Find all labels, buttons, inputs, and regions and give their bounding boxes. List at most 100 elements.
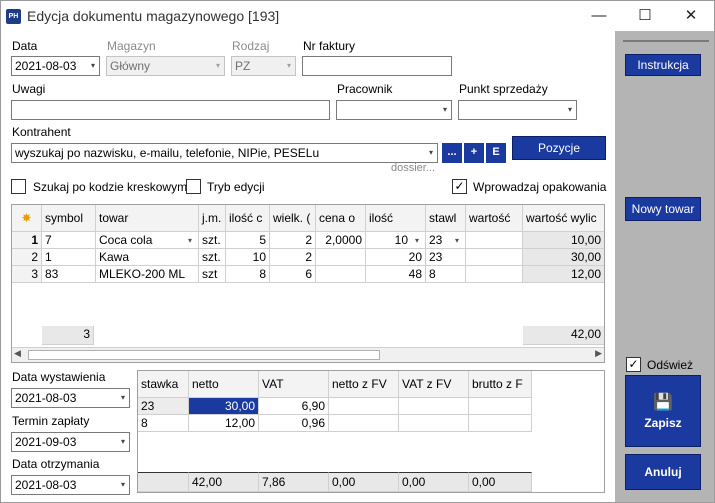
kontrahent-browse-button[interactable]: ... [442, 143, 462, 163]
data-field[interactable]: 2021-08-03 ▾ [11, 56, 100, 76]
nr-faktury-input[interactable] [302, 56, 452, 76]
cell-ilosc[interactable]: 10 ▾ [366, 232, 426, 249]
kontrahent-add-button[interactable]: + [464, 143, 484, 163]
maximize-button[interactable]: ☐ [622, 1, 668, 31]
cell-ilosc_c[interactable]: 8 [226, 266, 270, 283]
grid-header-8[interactable]: wartość [466, 205, 523, 232]
cell-ilosc_c[interactable]: 5 [226, 232, 270, 249]
minimize-button[interactable]: — [576, 1, 622, 31]
data-wystawienia-field[interactable]: 2021-08-03 ▾ [11, 388, 130, 408]
cell-jm[interactable]: szt. [199, 232, 226, 249]
chevron-down-icon[interactable]: ▾ [455, 232, 459, 248]
cell-wartosc_wyl[interactable]: 10,00 [523, 232, 604, 249]
cell-symbol[interactable]: 1 [42, 249, 96, 266]
grid-header-3[interactable]: ilość c [226, 205, 270, 232]
punkt-select[interactable]: ▾ [458, 100, 577, 120]
data-otrzymania-field[interactable]: 2021-08-03 ▾ [11, 475, 130, 495]
grid-header-1[interactable]: towar [96, 205, 199, 232]
vat-cell[interactable] [469, 398, 532, 415]
cell-jm[interactable]: szt. [199, 249, 226, 266]
vat-cell[interactable] [329, 415, 399, 432]
row-number[interactable]: 1 [12, 232, 42, 249]
grid-header-5[interactable]: cena o [316, 205, 366, 232]
cell-symbol[interactable]: 83 [42, 266, 96, 283]
vat-summary-grid[interactable]: stawka netto VAT netto z FV VAT z FV brutto z… [137, 370, 605, 493]
cell-ilosc[interactable]: 48 [366, 266, 426, 283]
vat-header-2[interactable]: VAT [259, 371, 329, 398]
cell-symbol[interactable]: 7 [42, 232, 96, 249]
kontrahent-edit-button[interactable]: E [486, 143, 506, 163]
dossier-link[interactable]: dossier... [391, 162, 435, 174]
vat-cell[interactable]: 6,90 [259, 398, 329, 415]
checkmark-icon: ✓ [628, 357, 639, 371]
window-title: Edycja dokumentu magazynowego [193] [27, 8, 280, 24]
cell-cena[interactable] [316, 266, 366, 283]
cell-wielk[interactable]: 2 [270, 232, 316, 249]
vat-cell[interactable]: 0,96 [259, 415, 329, 432]
row-number[interactable]: 2 [12, 249, 42, 266]
cell-ilosc_c[interactable]: 10 [226, 249, 270, 266]
termin-zaplaty-field[interactable]: 2021-09-03 ▾ [11, 432, 130, 452]
grid-header-9[interactable]: wartość wylic [523, 205, 604, 232]
grid-header-0[interactable]: symbol [42, 205, 96, 232]
vat-cell[interactable]: 12,00 [189, 415, 259, 432]
zapisz-button[interactable]: 💾 Zapisz [625, 375, 701, 447]
positions-grid[interactable]: ✸ symbol towar j.m. ilość c wielk. (cena o il… [11, 204, 605, 363]
row-number[interactable]: 3 [12, 266, 42, 283]
cell-wielk[interactable]: 2 [270, 249, 316, 266]
cell-wartosc_wyl[interactable]: 30,00 [523, 249, 604, 266]
nowy-towar-button[interactable]: Nowy towar [625, 197, 701, 221]
grid-header-4[interactable]: wielk. ( [270, 205, 316, 232]
vat-header-0[interactable]: stawka [138, 371, 189, 398]
grid-header-2[interactable]: j.m. [199, 205, 226, 232]
vat-header-1[interactable]: netto [189, 371, 259, 398]
pozycje-button[interactable]: Pozycje [512, 136, 606, 160]
cell-wielk[interactable]: 6 [270, 266, 316, 283]
barcode-checkbox[interactable] [11, 179, 26, 194]
cell-wartosc[interactable] [466, 232, 523, 249]
cell-towar[interactable]: Kawa [96, 249, 199, 266]
cell-cena[interactable] [316, 249, 366, 266]
vat-header-4[interactable]: VAT z FV [399, 371, 469, 398]
cell-wartosc[interactable] [466, 266, 523, 283]
cell-stawka[interactable]: 8 [426, 266, 466, 283]
packaging-checkbox[interactable]: ✓ [452, 179, 467, 194]
cell-cena[interactable]: 2,0000 [316, 232, 366, 249]
cell-stawka[interactable]: 23 [426, 249, 466, 266]
horizontal-scrollbar[interactable]: ◀ ▶ [12, 347, 604, 362]
odswiez-checkbox[interactable]: ✓ [626, 357, 641, 372]
vat-cell[interactable]: 23 [138, 398, 189, 415]
vat-cell[interactable] [399, 415, 469, 432]
scroll-right-icon[interactable]: ▶ [595, 348, 602, 359]
chevron-down-icon[interactable]: ▾ [188, 232, 192, 248]
grid-header-7[interactable]: stawl [426, 205, 466, 232]
vat-cell[interactable] [469, 415, 532, 432]
vat-cell[interactable]: 8 [138, 415, 189, 432]
vat-header-5[interactable]: brutto z F [469, 371, 532, 398]
vat-cell-stawka: 23 [141, 399, 155, 413]
pracownik-select[interactable]: ▾ [336, 100, 452, 120]
cell-stawka[interactable]: 23 ▾ [426, 232, 466, 249]
vat-cell[interactable]: 30,00 [189, 398, 259, 415]
scroll-left-icon[interactable]: ◀ [14, 348, 21, 359]
cell-jm[interactable]: szt [199, 266, 226, 283]
vat-header-3[interactable]: netto z FV [329, 371, 399, 398]
chevron-down-icon[interactable]: ▾ [415, 232, 419, 248]
cell-ilosc[interactable]: 20 [366, 249, 426, 266]
cell-wartosc[interactable] [466, 249, 523, 266]
instrukcja-button[interactable]: Instrukcja [625, 54, 701, 76]
edit-mode-checkbox[interactable] [186, 179, 201, 194]
cell-wartosc_wyl[interactable]: 12,00 [523, 266, 604, 283]
anuluj-button[interactable]: Anuluj [625, 454, 701, 490]
uwagi-input[interactable] [11, 100, 330, 120]
vat-cell[interactable] [329, 398, 399, 415]
vat-cell[interactable] [399, 398, 469, 415]
cell-towar[interactable]: MLEKO-200 ML [96, 266, 199, 283]
kontrahent-search[interactable]: wyszukaj po nazwisku, e-mailu, telefonie… [11, 143, 438, 163]
close-button[interactable]: ✕ [668, 1, 714, 31]
cell-towar[interactable]: Coca cola ▾ [96, 232, 199, 249]
scrollbar-thumb[interactable] [28, 350, 380, 360]
grid-header-6[interactable]: ilość [366, 205, 426, 232]
title-bar: PH Edycja dokumentu magazynowego [193] —… [1, 1, 714, 31]
vat-total-cell: 0,00 [399, 472, 469, 492]
